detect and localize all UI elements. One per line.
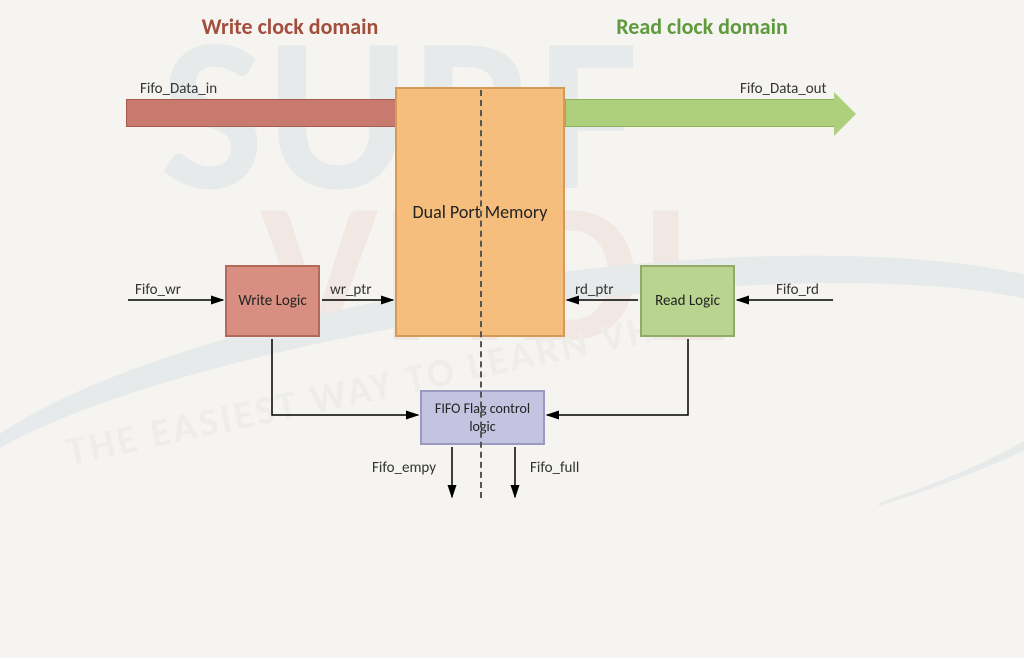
fifo-full-label: Fifo_full — [530, 459, 579, 477]
fifo-wr-label: Fifo_wr — [135, 281, 181, 299]
fifo-diagram: Write clock domain Read clock domain Fif… — [0, 0, 1024, 536]
fifo-rd-label: Fifo_rd — [776, 281, 819, 299]
connection-wires — [0, 0, 1024, 536]
rd-ptr-label: rd_ptr — [575, 281, 613, 299]
fifo-empty-label: Fifo_empy — [372, 459, 436, 477]
wr-ptr-label: wr_ptr — [330, 281, 372, 299]
